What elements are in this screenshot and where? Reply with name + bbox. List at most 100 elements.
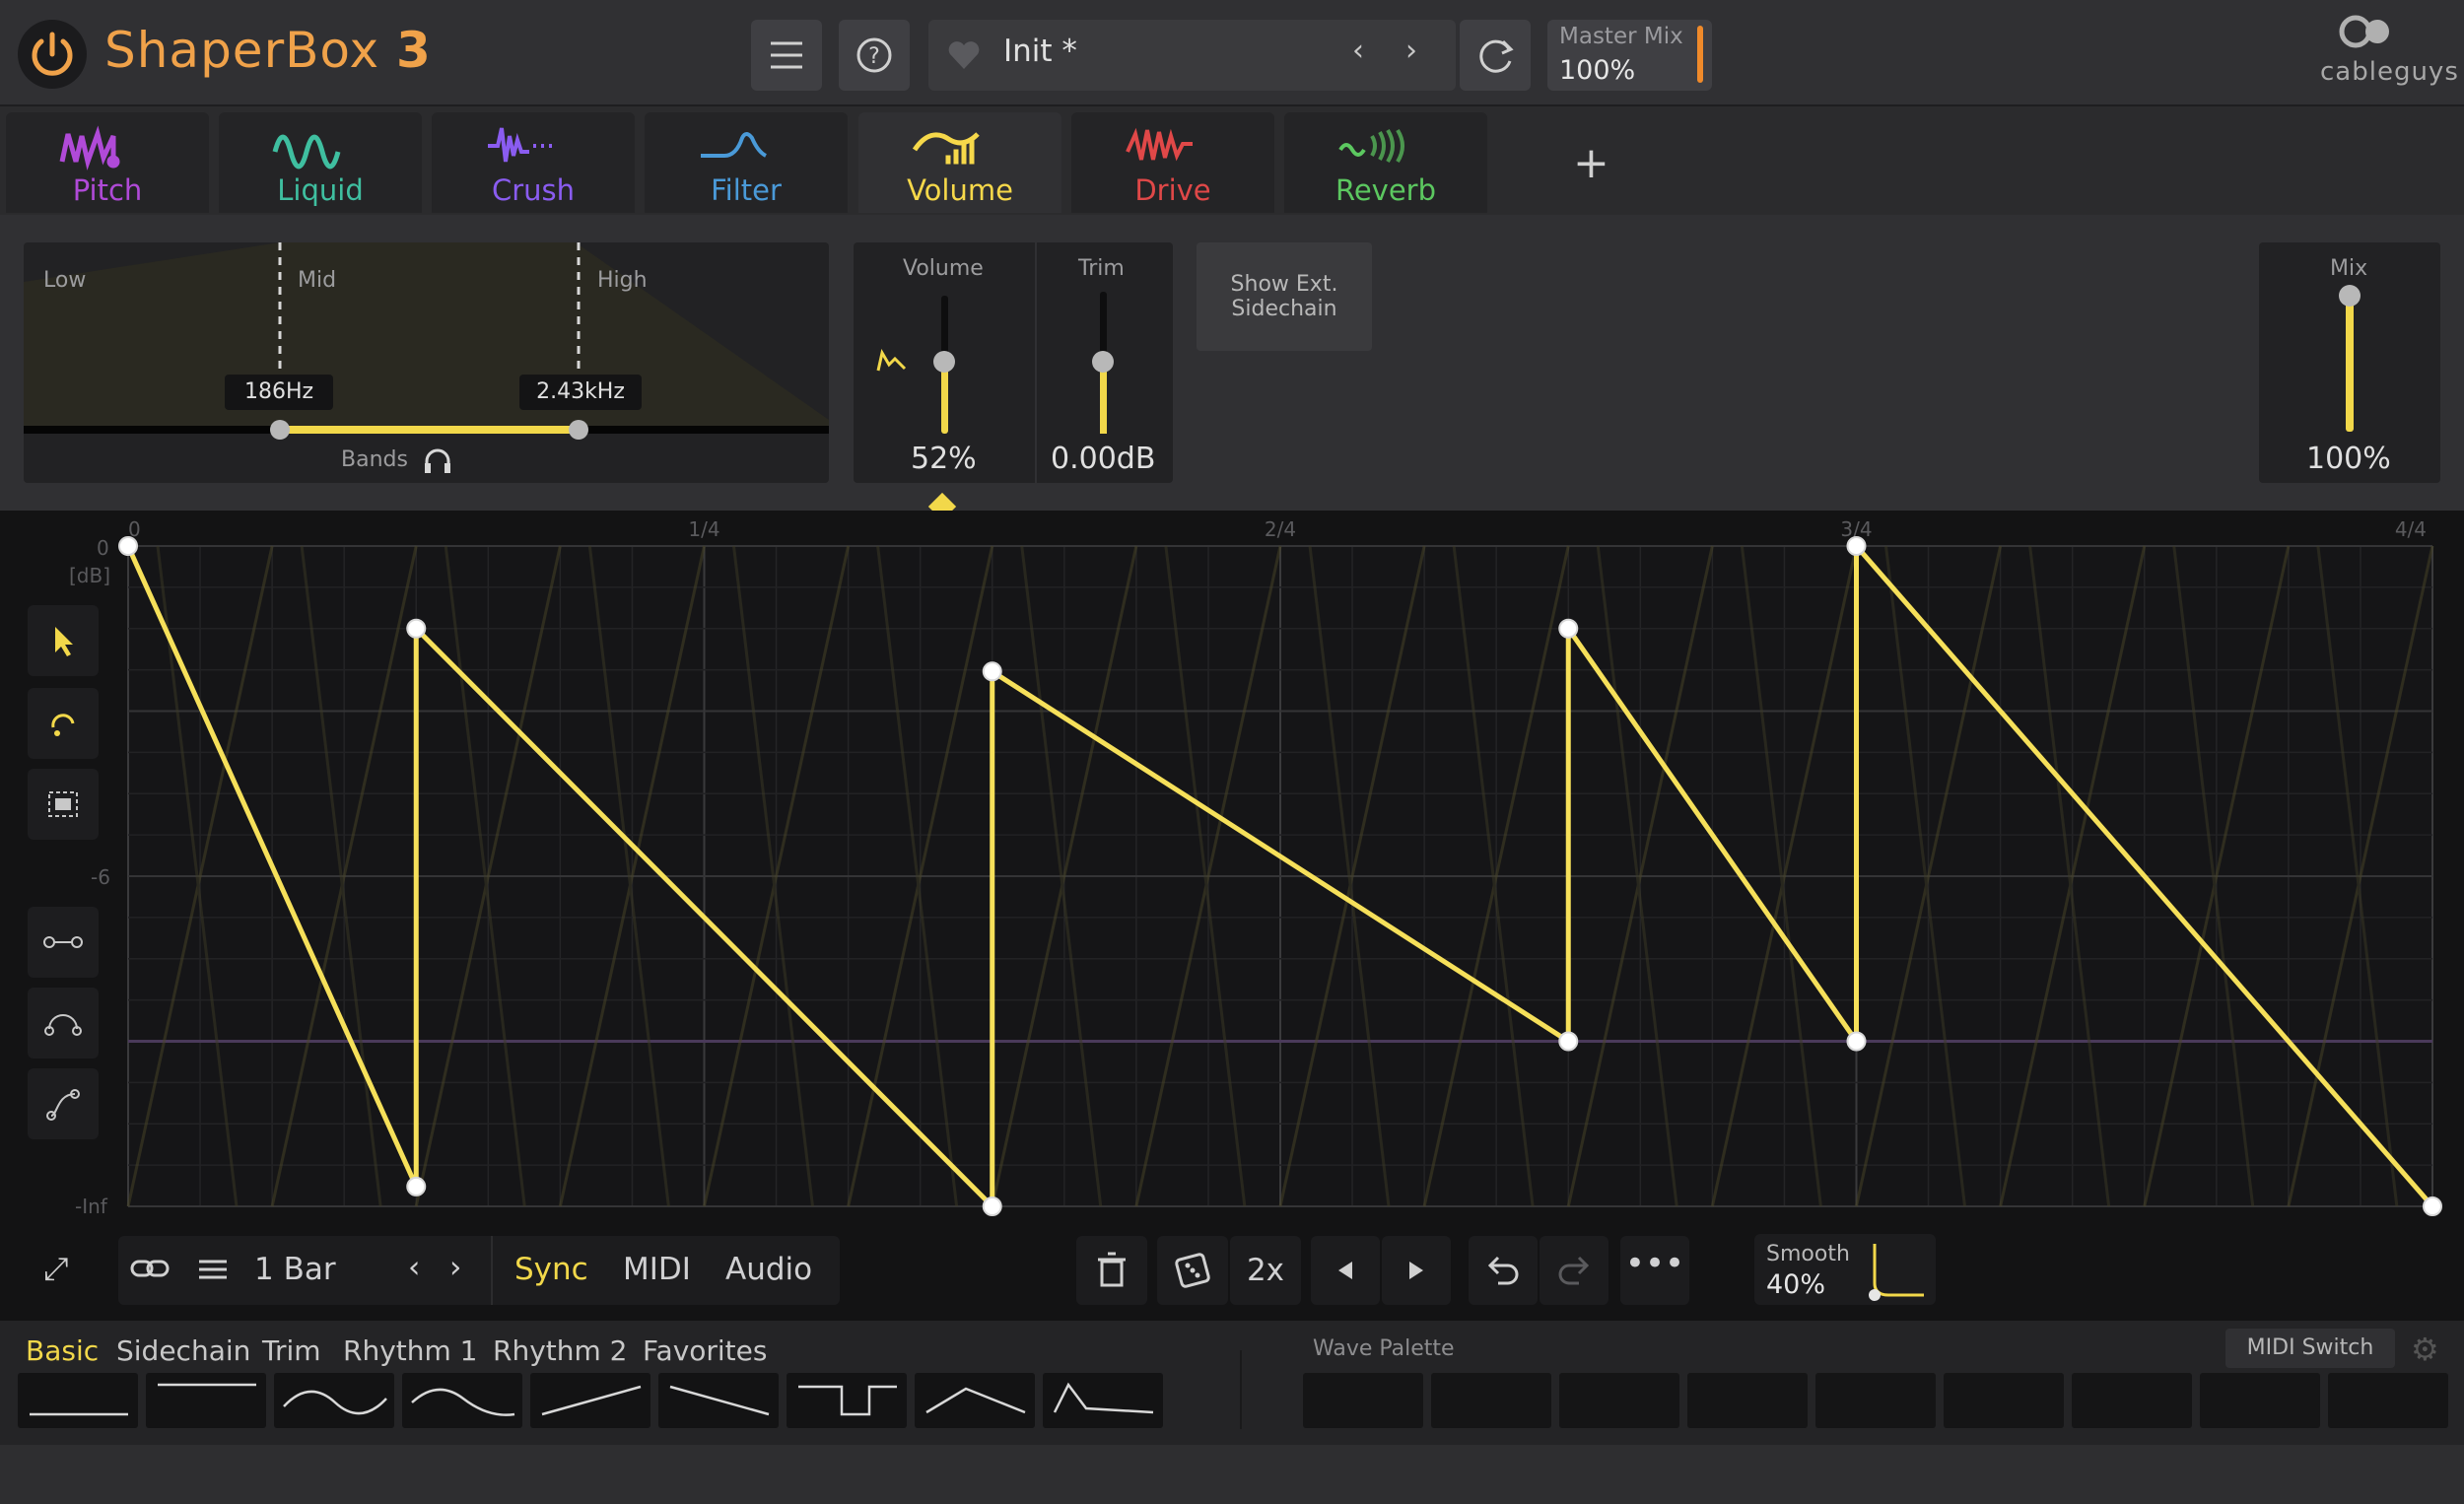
wave-palette-slot[interactable] <box>1944 1373 2064 1428</box>
wave-palette-slot[interactable] <box>1559 1373 1679 1428</box>
envelope-point[interactable] <box>2423 1196 2442 1216</box>
expand-icon[interactable]: ⤢ <box>43 1250 69 1288</box>
power-button[interactable] <box>18 20 87 89</box>
list-icon[interactable] <box>195 1252 231 1287</box>
delete-button[interactable] <box>1076 1236 1147 1305</box>
tab-label: Reverb <box>1335 173 1437 207</box>
mix-value[interactable]: 100% <box>2306 442 2391 476</box>
shift-left-button[interactable] <box>1311 1236 1380 1305</box>
tab-liquid[interactable]: Liquid <box>219 112 422 213</box>
headphones-icon[interactable] <box>422 445 453 475</box>
envelope-point[interactable] <box>982 1196 1002 1216</box>
line-tool[interactable] <box>28 907 99 978</box>
heart-icon[interactable] <box>946 39 982 71</box>
envelope-point[interactable] <box>1846 536 1867 556</box>
preset-next-icon[interactable]: › <box>1405 34 1417 68</box>
palette-category-basic[interactable]: Basic <box>26 1334 99 1367</box>
length-prev-icon[interactable]: ‹ <box>408 1250 420 1285</box>
trim-slider-track[interactable] <box>1092 292 1114 434</box>
basic-shape-thumb[interactable] <box>146 1373 266 1428</box>
more-options-icon[interactable]: ••• <box>1620 1236 1689 1305</box>
mix-slider-knob[interactable] <box>2339 285 2361 307</box>
palette-category-rhythm-2[interactable]: Rhythm 2 <box>493 1334 628 1367</box>
reset-button[interactable] <box>1460 20 1531 91</box>
master-mix-bar[interactable] <box>1697 26 1703 83</box>
basic-shape-thumb[interactable] <box>18 1373 138 1428</box>
band-split1-value[interactable]: 186Hz <box>225 375 333 410</box>
wave-palette-label: Wave Palette <box>1313 1336 1455 1361</box>
master-mix-value[interactable]: 100% <box>1559 55 1635 86</box>
smooth-value[interactable]: 40% <box>1766 1269 1825 1300</box>
redo-button[interactable] <box>1540 1236 1608 1305</box>
band-split2-value[interactable]: 2.43kHz <box>519 375 642 410</box>
envelope-point[interactable] <box>1846 1031 1867 1052</box>
settings-gear-icon[interactable]: ⚙ <box>2411 1331 2439 1368</box>
envelope-point[interactable] <box>1558 1031 1579 1052</box>
scurve-tool[interactable] <box>28 1068 99 1139</box>
envelope-point[interactable] <box>118 536 138 556</box>
select-tool[interactable] <box>28 769 99 840</box>
length-value[interactable]: 1 Bar <box>254 1252 336 1287</box>
wave-palette-slot[interactable] <box>2328 1373 2448 1428</box>
power-icon <box>32 32 73 76</box>
link-icon[interactable] <box>128 1252 173 1287</box>
wave-palette-slot[interactable] <box>2072 1373 2192 1428</box>
tab-reverb[interactable]: Reverb <box>1284 112 1487 213</box>
wave-palette-slot[interactable] <box>2200 1373 2320 1428</box>
midi-switch-button[interactable]: MIDI Switch <box>2225 1329 2395 1368</box>
wave-palette-slot[interactable] <box>1815 1373 1936 1428</box>
svg-text:?: ? <box>868 44 880 69</box>
palette-category-favorites[interactable]: Favorites <box>643 1334 767 1367</box>
envelope-point[interactable] <box>406 618 427 639</box>
preset-prev-icon[interactable]: ‹ <box>1352 34 1364 68</box>
palette-category-sidechain[interactable]: Sidechain <box>116 1334 250 1367</box>
volume-slider-track[interactable] <box>933 296 955 434</box>
wave-palette-slot[interactable] <box>1431 1373 1551 1428</box>
sidechain-line1: Show Ext. <box>1230 272 1338 297</box>
envelope-point[interactable] <box>406 1176 427 1196</box>
shift-right-button[interactable] <box>1382 1236 1451 1305</box>
basic-shape-thumb[interactable] <box>787 1373 907 1428</box>
pointer-tool[interactable] <box>28 605 99 676</box>
wave-palette-slot[interactable] <box>1303 1373 1423 1428</box>
sync-mode-button[interactable]: Sync <box>514 1252 588 1287</box>
trim-slider-knob[interactable] <box>1092 351 1114 373</box>
mix-slider-track[interactable] <box>2339 285 2361 432</box>
tab-volume[interactable]: Volume <box>858 112 1061 213</box>
double-button[interactable]: 2x <box>1230 1236 1301 1305</box>
wave-palette-slot[interactable] <box>1687 1373 1808 1428</box>
volume-value[interactable]: 52% <box>911 442 977 476</box>
help-button[interactable]: ? <box>839 20 910 91</box>
smooth-label: Smooth <box>1766 1242 1850 1266</box>
trim-value[interactable]: 0.00dB <box>1051 442 1155 476</box>
palette-divider <box>1240 1350 1242 1429</box>
tab-label: Liquid <box>277 173 364 207</box>
tab-crush[interactable]: Crush <box>432 112 635 213</box>
tab-pitch[interactable]: Pitch <box>6 112 209 213</box>
wave-graph[interactable]: 0 1/4 2/4 3/4 4/4 <box>0 511 2464 1220</box>
palette-category-trim[interactable]: Trim <box>262 1334 321 1367</box>
tab-filter[interactable]: Filter <box>645 112 848 213</box>
basic-shape-thumb[interactable] <box>402 1373 522 1428</box>
cursor-arrow-icon <box>55 627 73 656</box>
reverb-wave-icon <box>1338 128 1404 164</box>
envelope-point[interactable] <box>982 661 1002 682</box>
curve-tool[interactable] <box>28 988 99 1059</box>
envelope-point[interactable] <box>1558 618 1579 639</box>
tab-drive[interactable]: Drive <box>1071 112 1274 213</box>
bands-panel: Low Mid High 186Hz 2.43kHz Bands <box>24 242 829 483</box>
basic-shape-thumb[interactable] <box>915 1373 1035 1428</box>
menu-button[interactable] <box>751 20 822 91</box>
add-module-icon[interactable]: + <box>1573 138 1609 188</box>
pen-tool[interactable] <box>28 688 99 759</box>
undo-button[interactable] <box>1469 1236 1538 1305</box>
arc-shape-icon <box>44 1014 82 1036</box>
midi-mode-button[interactable]: MIDI <box>623 1252 691 1287</box>
audio-mode-button[interactable]: Audio <box>725 1252 812 1287</box>
randomize-button[interactable] <box>1157 1236 1228 1305</box>
length-next-icon[interactable]: › <box>449 1250 461 1285</box>
show-sidechain-button[interactable]: Show Ext. Sidechain <box>1197 242 1372 351</box>
preset-name[interactable]: Init * <box>1003 34 1077 69</box>
palette-category-rhythm-1[interactable]: Rhythm 1 <box>343 1334 478 1367</box>
smooth-control[interactable]: Smooth 40% <box>1754 1234 1936 1305</box>
